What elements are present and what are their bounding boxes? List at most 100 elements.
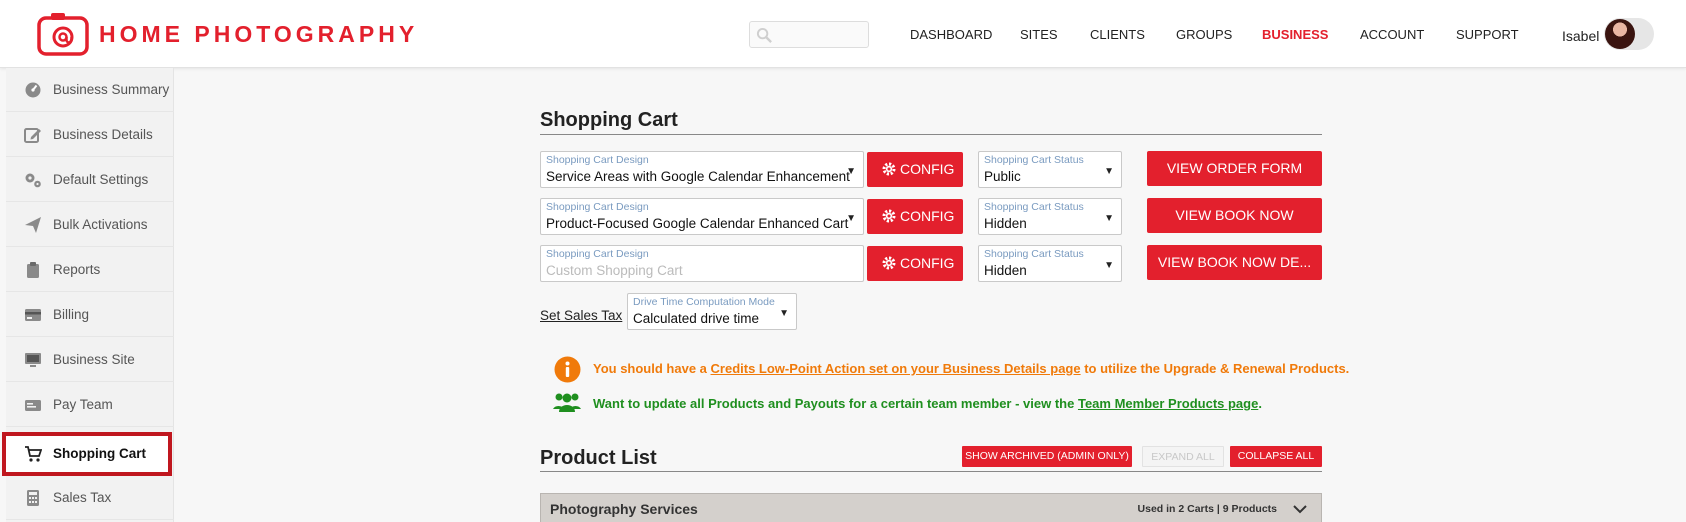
sidebar-item-pay-team[interactable]: Pay Team bbox=[6, 383, 174, 427]
product-group-meta: Used in 2 Carts | 9 Products bbox=[1137, 503, 1277, 515]
sidebar-item-business-site[interactable]: Business Site bbox=[6, 338, 174, 382]
caret-down-icon: ▼ bbox=[1104, 166, 1114, 177]
nav-account[interactable]: ACCOUNT bbox=[1360, 27, 1424, 42]
sidebar-item-billing[interactable]: Billing bbox=[6, 293, 174, 337]
gear-icon bbox=[882, 162, 896, 176]
field-placeholder: Custom Shopping Cart bbox=[546, 263, 683, 278]
config-button[interactable]: CONFIG bbox=[867, 246, 963, 281]
paper-plane-icon bbox=[25, 217, 41, 233]
nav-business[interactable]: BUSINESS bbox=[1262, 27, 1328, 42]
field-caption: Shopping Cart Design bbox=[546, 248, 649, 260]
nav-dashboard[interactable]: DASHBOARD bbox=[910, 27, 992, 42]
sidebar-item-default-settings[interactable]: Default Settings bbox=[6, 158, 174, 202]
field-caption: Shopping Cart Status bbox=[984, 201, 1084, 213]
cart-status-select[interactable]: Shopping Cart Status Hidden ▼ bbox=[978, 198, 1122, 235]
brand-name[interactable]: HOME PHOTOGRAPHY bbox=[99, 21, 418, 48]
cart-status-select[interactable]: Shopping Cart Status Hidden ▼ bbox=[978, 245, 1122, 282]
sidebar-item-label: Sales Tax bbox=[53, 490, 112, 505]
shopping-cart-title: Shopping Cart bbox=[540, 109, 678, 131]
product-group-name: Photography Services bbox=[550, 501, 698, 517]
field-value: Product-Focused Google Calendar Enhanced… bbox=[546, 216, 849, 231]
sidebar-item-label: Default Settings bbox=[53, 172, 149, 187]
product-group-header[interactable]: Photography Services Used in 2 Carts | 9… bbox=[540, 493, 1322, 522]
sidebar-item-shopping-cart[interactable]: Shopping Cart bbox=[2, 432, 172, 476]
edit-icon bbox=[24, 128, 41, 143]
notice-text: You should have a bbox=[593, 361, 711, 376]
nav-sites[interactable]: SITES bbox=[1020, 27, 1058, 42]
cart-design-select[interactable]: Shopping Cart Design Product-Focused Goo… bbox=[540, 198, 864, 235]
business-details-link[interactable]: Credits Low-Point Action set on your Bus… bbox=[711, 361, 1081, 376]
sidebar-item-sales-tax[interactable]: Sales Tax bbox=[6, 476, 174, 520]
search-input[interactable] bbox=[749, 21, 869, 48]
field-caption: Shopping Cart Status bbox=[984, 154, 1084, 166]
product-list-title: Product List bbox=[540, 447, 657, 469]
field-value: Service Areas with Google Calendar Enhan… bbox=[546, 169, 850, 184]
notice-text: Want to update all Products and Payouts … bbox=[593, 396, 1078, 411]
nav-groups[interactable]: GROUPS bbox=[1176, 27, 1232, 42]
section-divider bbox=[540, 134, 1322, 135]
view-book-now-de-button[interactable]: VIEW BOOK NOW DE... bbox=[1147, 245, 1322, 280]
cart-status-select[interactable]: Shopping Cart Status Public ▼ bbox=[978, 151, 1122, 188]
field-caption: Drive Time Computation Mode bbox=[633, 296, 775, 308]
avatar bbox=[1605, 19, 1635, 49]
config-label: CONFIG bbox=[900, 208, 955, 224]
show-archived-button[interactable]: SHOW ARCHIVED (ADMIN ONLY) bbox=[962, 446, 1132, 467]
expand-all-button[interactable]: EXPAND ALL bbox=[1142, 446, 1224, 467]
search-icon bbox=[756, 27, 772, 43]
field-value: Calculated drive time bbox=[633, 311, 760, 326]
credits-notice: You should have a Credits Low-Point Acti… bbox=[593, 361, 1349, 376]
nav-support[interactable]: SUPPORT bbox=[1456, 27, 1519, 42]
caret-down-icon: ▼ bbox=[846, 166, 856, 177]
section-divider bbox=[540, 471, 1322, 472]
cart-design-input[interactable]: Shopping Cart Design Custom Shopping Car… bbox=[540, 245, 864, 282]
sidebar-item-business-summary[interactable]: Business Summary bbox=[6, 68, 174, 112]
payment-card-icon bbox=[25, 400, 41, 411]
sidebar-item-label: Bulk Activations bbox=[53, 217, 148, 232]
set-sales-tax-link[interactable]: Set Sales Tax bbox=[540, 308, 622, 323]
notice-text: to utilize the Upgrade & Renewal Product… bbox=[1080, 361, 1350, 376]
cart-icon bbox=[25, 446, 42, 462]
top-header: HOME PHOTOGRAPHY DASHBOARD SITES CLIENTS… bbox=[0, 0, 1686, 68]
nav-clients[interactable]: CLIENTS bbox=[1090, 27, 1145, 42]
credit-card-icon bbox=[25, 309, 41, 321]
camera-at-logo-icon[interactable] bbox=[37, 12, 89, 56]
sidebar-item-label: Business Site bbox=[53, 352, 135, 367]
view-book-now-button[interactable]: VIEW BOOK NOW bbox=[1147, 198, 1322, 233]
view-order-form-button[interactable]: VIEW ORDER FORM bbox=[1147, 151, 1322, 186]
team-member-products-link[interactable]: Team Member Products page bbox=[1078, 396, 1258, 411]
collapse-all-button[interactable]: COLLAPSE ALL bbox=[1230, 446, 1322, 467]
gauge-icon bbox=[25, 82, 41, 98]
config-button[interactable]: CONFIG bbox=[867, 199, 963, 234]
sidebar-item-label: Business Details bbox=[53, 127, 153, 142]
sidebar-item-bulk-activations[interactable]: Bulk Activations bbox=[6, 203, 174, 247]
sidebar-item-business-details[interactable]: Business Details bbox=[6, 113, 174, 157]
sidebar-item-label: Shopping Cart bbox=[53, 446, 146, 461]
caret-down-icon: ▼ bbox=[846, 213, 856, 224]
drive-time-select[interactable]: Drive Time Computation Mode Calculated d… bbox=[627, 293, 797, 330]
sidebar-item-label: Reports bbox=[53, 262, 101, 277]
users-icon bbox=[553, 393, 581, 412]
sidebar-item-label: Pay Team bbox=[53, 397, 113, 412]
field-value: Hidden bbox=[984, 216, 1027, 231]
cart-design-select[interactable]: Shopping Cart Design Service Areas with … bbox=[540, 151, 864, 188]
config-button[interactable]: CONFIG bbox=[867, 152, 963, 187]
gear-icon bbox=[882, 209, 896, 223]
calculator-icon bbox=[27, 490, 39, 506]
field-caption: Shopping Cart Status bbox=[984, 248, 1084, 260]
clipboard-icon bbox=[27, 262, 39, 278]
sidebar: Business Summary Business Details Defaul… bbox=[2, 68, 174, 522]
caret-down-icon: ▼ bbox=[779, 308, 789, 319]
field-value: Public bbox=[984, 169, 1021, 184]
sidebar-item-reports[interactable]: Reports bbox=[6, 248, 174, 292]
user-name[interactable]: Isabel bbox=[1562, 28, 1599, 44]
chevron-down-icon[interactable] bbox=[1293, 503, 1307, 515]
info-circle-icon bbox=[554, 356, 581, 383]
config-label: CONFIG bbox=[900, 255, 955, 271]
field-caption: Shopping Cart Design bbox=[546, 154, 649, 166]
caret-down-icon: ▼ bbox=[1104, 213, 1114, 224]
caret-down-icon: ▼ bbox=[1104, 260, 1114, 271]
sidebar-item-label: Billing bbox=[53, 307, 90, 322]
notice-text: . bbox=[1258, 396, 1262, 411]
config-label: CONFIG bbox=[900, 161, 955, 177]
user-menu-toggle[interactable] bbox=[1604, 18, 1654, 50]
